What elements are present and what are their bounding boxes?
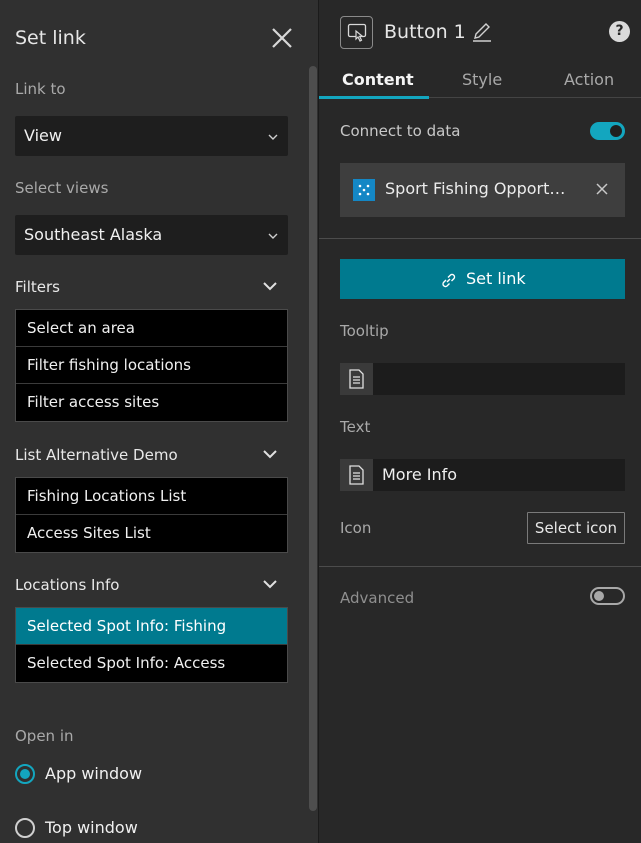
data-source-icon [353,179,375,201]
tab-style[interactable]: Style [462,70,502,89]
group-title: Locations Info [15,576,120,594]
view-list-locations-info: Selected Spot Info: Fishing Selected Spo… [15,607,288,683]
view-item[interactable]: Filter access sites [16,384,287,421]
close-icon[interactable] [268,24,296,52]
tab-content[interactable]: Content [342,70,414,89]
select-views-label: Select views [15,179,109,197]
advanced-label: Advanced [340,589,415,607]
group-title: List Alternative Demo [15,446,178,464]
connect-to-data-label: Connect to data [340,122,461,140]
tab-action[interactable]: Action [564,70,614,89]
widget-name: Button 1 [384,21,466,43]
link-to-value: View [24,126,62,145]
scrollbar[interactable] [309,66,317,811]
view-item[interactable]: Filter fishing locations [16,347,287,384]
active-tab-indicator [319,96,429,99]
select-views-value: Southeast Alaska [24,225,163,244]
button-widget-icon-box [340,16,373,49]
help-icon[interactable]: ? [609,21,630,42]
radio-dot[interactable] [15,764,35,784]
icon-label: Icon [340,519,372,537]
view-list-filters: Select an area Filter fishing locations … [15,309,288,422]
document-icon [349,465,364,485]
tooltip-input[interactable] [340,363,625,395]
divider [319,566,641,567]
radio-app-window[interactable]: App window [15,763,265,785]
select-icon-button[interactable]: Select icon [527,512,625,544]
tooltip-label: Tooltip [340,322,389,340]
set-link-button-label: Set link [466,269,526,288]
panel-title: Set link [15,27,86,49]
select-views-select[interactable]: Southeast Alaska [15,215,288,255]
chevron-down-icon[interactable] [262,280,278,292]
connect-to-data-toggle[interactable] [590,122,625,140]
view-item[interactable]: Access Sites List [16,515,287,552]
text-label: Text [340,418,371,436]
chevron-down-icon[interactable] [262,448,278,460]
document-icon-box [340,363,373,395]
button-widget-icon [347,23,367,42]
divider [319,238,641,239]
document-icon-box [340,459,373,491]
view-item[interactable]: Select an area [16,310,287,347]
tab-bar: Content Style Action [319,64,641,99]
text-input[interactable]: More Info [340,459,625,491]
group-header-locations-info[interactable]: Locations Info [15,576,288,594]
data-source-card: Sport Fishing Opport… [340,163,625,217]
group-header-filters[interactable]: Filters [15,278,288,296]
pencil-icon[interactable] [471,21,493,43]
radio-label: App window [45,764,143,783]
data-source-name: Sport Fishing Opport… [385,179,566,198]
set-link-button[interactable]: Set link [340,259,625,299]
set-link-panel: Set link Link to View Select views South… [0,0,318,843]
advanced-toggle[interactable] [590,587,625,605]
text-value: More Info [382,465,458,484]
view-item[interactable]: Selected Spot Info: Access [16,645,287,682]
view-list-list-alternative-demo: Fishing Locations List Access Sites List [15,477,288,553]
link-to-label: Link to [15,80,66,98]
chevron-down-icon[interactable] [262,578,278,590]
widget-settings-panel: Button 1 ? Content Style Action Connect … [318,0,641,843]
view-item[interactable]: Fishing Locations List [16,478,287,515]
chevron-down-icon [268,134,278,140]
group-header-list-alternative-demo[interactable]: List Alternative Demo [15,446,288,464]
link-to-select[interactable]: View [15,116,288,156]
radio-label: Top window [45,818,138,837]
open-in-label: Open in [15,727,74,745]
document-icon [349,369,364,389]
group-title: Filters [15,278,60,296]
link-icon [442,273,456,288]
chevron-down-icon [268,233,278,239]
view-item-selected[interactable]: Selected Spot Info: Fishing [16,608,287,645]
close-icon[interactable] [595,182,609,196]
radio-top-window[interactable]: Top window [15,817,265,839]
radio-dot[interactable] [15,818,35,838]
